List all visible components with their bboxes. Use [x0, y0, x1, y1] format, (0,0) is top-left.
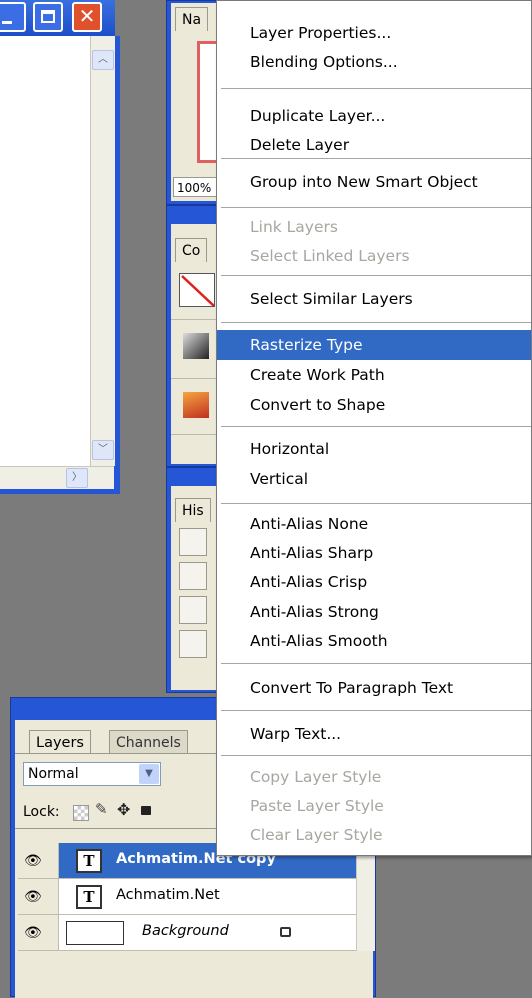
layers-scrollbar[interactable] — [356, 843, 375, 951]
maximize-button[interactable] — [33, 2, 63, 32]
tab-channels[interactable]: Channels — [109, 730, 188, 754]
minimize-button[interactable] — [0, 2, 26, 32]
minimize-icon — [2, 21, 12, 24]
menu-item-copy-layer-style: Copy Layer Style — [250, 768, 382, 786]
left-window-content — [0, 36, 90, 488]
history-snapshot[interactable] — [179, 596, 207, 624]
menu-item-link-layers: Link Layers — [250, 218, 338, 236]
menu-item-rasterize-type[interactable]: Rasterize Type — [217, 330, 531, 360]
menu-item-layer-properties[interactable]: Layer Properties... — [217, 18, 531, 48]
dropdown-button[interactable]: ▼ — [139, 764, 159, 784]
tab-navigator-label: Na — [182, 12, 202, 28]
menu-item-convert-to-shape[interactable]: Convert to Shape — [217, 390, 531, 420]
tab-layers-label: Layers — [36, 735, 84, 751]
visibility-eye-icon[interactable]: 👁 — [24, 889, 42, 905]
history-snapshot[interactable] — [179, 562, 207, 590]
chevron-right-icon: 〉 — [72, 472, 82, 483]
menu-item-warp-text[interactable]: Warp Text... — [217, 719, 531, 749]
zoom-value: 100% — [177, 181, 212, 195]
menu-item-anti-alias-smooth[interactable]: Anti-Alias Smooth — [217, 626, 531, 656]
horizontal-scrollbar[interactable]: 〉 — [0, 466, 114, 489]
scroll-up-button[interactable]: ︿ — [92, 50, 114, 70]
chevron-up-icon: ︿ — [98, 54, 108, 65]
history-snapshot[interactable] — [179, 528, 207, 556]
menu-separator — [221, 426, 531, 427]
menu-item-select-similar-layers[interactable]: Select Similar Layers — [217, 284, 531, 314]
menu-item-clear-layer-style: Clear Layer Style — [250, 826, 383, 844]
layer-name[interactable]: Background — [142, 923, 229, 939]
background-thumbnail — [66, 921, 124, 945]
blend-mode-select[interactable]: Normal ▼ — [23, 762, 161, 786]
menu-separator — [221, 275, 531, 276]
menu-item-convert-to-paragraph[interactable]: Convert To Paragraph Text — [217, 673, 531, 703]
menu-item-paste-layer-style: Paste Layer Style — [250, 797, 384, 815]
lock-transparent-icon[interactable] — [73, 805, 89, 821]
menu-item-group-smart-object[interactable]: Group into New Smart Object — [217, 167, 531, 197]
tab-history[interactable]: His — [175, 498, 211, 522]
vertical-scrollbar[interactable]: ︿ ﹀ — [90, 36, 115, 466]
lock-label: Lock: — [23, 804, 60, 820]
no-color-swatch[interactable] — [179, 273, 215, 307]
menu-item-horizontal[interactable]: Horizontal — [217, 434, 531, 464]
layer-row-achmatim[interactable]: 👁 T Achmatim.Net — [18, 879, 356, 915]
text-layer-thumbnail: T — [76, 849, 102, 873]
close-icon: ✕ — [78, 4, 96, 28]
menu-item-anti-alias-sharp[interactable]: Anti-Alias Sharp — [217, 538, 531, 568]
gradient-swatch-orange[interactable] — [183, 392, 209, 418]
chevron-down-icon: ﹀ — [98, 444, 108, 455]
menu-item-anti-alias-strong[interactable]: Anti-Alias Strong — [217, 597, 531, 627]
lock-all-icon[interactable] — [141, 806, 151, 815]
scroll-down-button[interactable]: ﹀ — [92, 440, 114, 460]
menu-item-delete-layer[interactable]: Delete Layer — [217, 130, 531, 160]
lock-image-icon[interactable]: ✎ — [95, 800, 108, 818]
menu-item-anti-alias-crisp[interactable]: Anti-Alias Crisp — [217, 567, 531, 597]
menu-separator — [221, 207, 531, 208]
tab-history-label: His — [182, 503, 204, 519]
tab-navigator[interactable]: Na — [175, 7, 209, 31]
menu-item-select-linked-layers: Select Linked Layers — [250, 247, 410, 265]
tab-channels-label: Channels — [116, 735, 181, 751]
menu-item-blending-options[interactable]: Blending Options... — [217, 47, 531, 77]
maximize-icon — [41, 10, 55, 23]
menu-item-duplicate-layer[interactable]: Duplicate Layer... — [217, 101, 531, 131]
chevron-down-icon: ▼ — [145, 768, 153, 779]
history-snapshot[interactable] — [179, 630, 207, 658]
lock-position-icon[interactable]: ✥ — [117, 800, 130, 819]
menu-separator — [221, 88, 531, 89]
menu-item-vertical[interactable]: Vertical — [217, 464, 531, 494]
scroll-right-button[interactable]: 〉 — [66, 468, 88, 488]
menu-item-anti-alias-none[interactable]: Anti-Alias None — [217, 509, 531, 539]
no-color-icon — [181, 275, 214, 306]
tab-color-label: Co — [182, 243, 201, 259]
tab-layers[interactable]: Layers — [29, 730, 91, 754]
left-window-titlebar: ✕ — [0, 0, 115, 36]
menu-item-create-work-path[interactable]: Create Work Path — [217, 360, 531, 390]
gradient-swatch-gray[interactable] — [183, 333, 209, 359]
layer-lock-icon — [280, 927, 291, 937]
menu-separator — [221, 503, 531, 504]
close-button[interactable]: ✕ — [72, 2, 102, 32]
visibility-eye-icon[interactable]: 👁 — [24, 925, 42, 941]
menu-separator — [221, 755, 531, 756]
menu-separator — [221, 158, 531, 159]
layer-row-background[interactable]: 👁 Background — [18, 915, 356, 951]
layer-context-menu: Layer Properties... Blending Options... … — [216, 0, 532, 856]
text-layer-thumbnail: T — [76, 885, 102, 909]
visibility-eye-icon[interactable]: 👁 — [24, 853, 42, 869]
blend-mode-value: Normal — [28, 766, 79, 782]
layer-name[interactable]: Achmatim.Net — [116, 887, 220, 903]
menu-separator — [221, 663, 531, 664]
menu-separator — [221, 710, 531, 711]
tab-color[interactable]: Co — [175, 238, 208, 262]
menu-separator — [221, 322, 531, 323]
